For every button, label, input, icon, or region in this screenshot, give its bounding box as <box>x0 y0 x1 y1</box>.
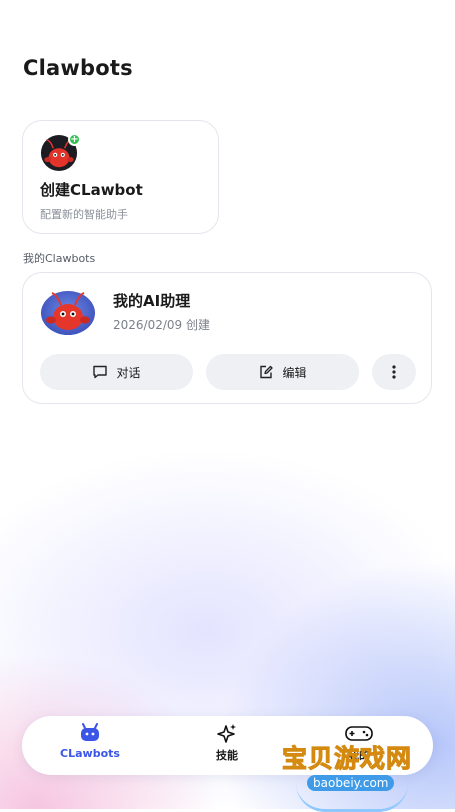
tab-skills-label: 技能 <box>216 749 238 762</box>
bot-card[interactable]: 我的AI助理 2026/02/09 创建 对话 编辑 <box>22 272 432 404</box>
gamepad-icon <box>345 726 373 741</box>
edit-button[interactable]: 编辑 <box>206 354 359 390</box>
more-button[interactable] <box>372 354 416 390</box>
edit-icon <box>260 365 274 379</box>
chat-button-label: 对话 <box>116 365 141 380</box>
tab-clawbots-label: CLawbots <box>60 747 120 760</box>
create-clawbot-card[interactable]: + 创建CLawbot 配置新的智能助手 <box>22 120 219 234</box>
watermark-url: baobeiy.com <box>307 775 395 791</box>
bot-name: 我的AI助理 <box>113 292 191 310</box>
tab-mine-label: 我的 <box>348 749 370 762</box>
tab-clawbots[interactable]: CLawbots <box>35 723 145 760</box>
section-label: 我的Clawbots <box>23 252 96 265</box>
create-card-subtitle: 配置新的智能助手 <box>40 208 128 221</box>
edit-button-label: 编辑 <box>282 365 307 380</box>
watermark-arc <box>296 783 408 812</box>
bottom-tab-bar: CLawbots 技能 我的 <box>22 716 433 775</box>
chat-bubble-icon <box>93 365 108 379</box>
robot-icon <box>81 723 99 741</box>
page-title: Clawbots <box>23 56 133 80</box>
more-vertical-icon <box>392 365 396 379</box>
bot-created-date: 2026/02/09 创建 <box>113 318 210 332</box>
tab-skills[interactable]: 技能 <box>172 723 282 763</box>
sparkle-icon <box>217 724 236 743</box>
bot-avatar <box>41 291 95 335</box>
plus-badge-icon: + <box>68 133 81 146</box>
chat-button[interactable]: 对话 <box>40 354 193 390</box>
create-card-title: 创建CLawbot <box>40 181 143 199</box>
tab-mine[interactable]: 我的 <box>304 723 414 763</box>
